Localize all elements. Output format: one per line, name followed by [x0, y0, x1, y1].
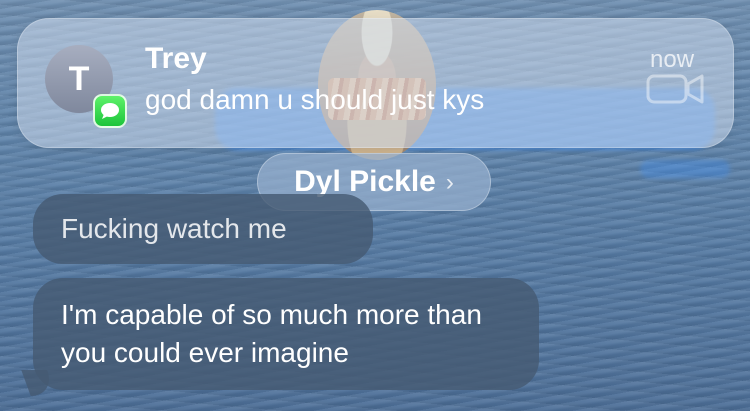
speech-bubble-icon [101, 103, 119, 119]
chevron-right-icon: › [445, 169, 454, 196]
notification-time: now [650, 46, 695, 73]
avatar-initial: T [68, 59, 90, 98]
message-text: I'm capable of so much more than you cou… [61, 299, 482, 368]
notification-banner[interactable] [17, 18, 734, 148]
video-camera-icon[interactable] [646, 72, 706, 106]
received-message-bubble[interactable]: I'm capable of so much more than you cou… [33, 278, 539, 390]
messages-icon [93, 94, 127, 128]
message-text: Fucking watch me [61, 213, 287, 244]
received-message-bubble[interactable]: Fucking watch me [33, 194, 373, 264]
messages-screen: T Trey god damn u should just kys now Dy… [0, 0, 750, 411]
sent-message-bubble-background-edge [640, 160, 730, 178]
notification-preview: god damn u should just kys [145, 84, 485, 115]
notification-sender: Trey [145, 42, 207, 75]
